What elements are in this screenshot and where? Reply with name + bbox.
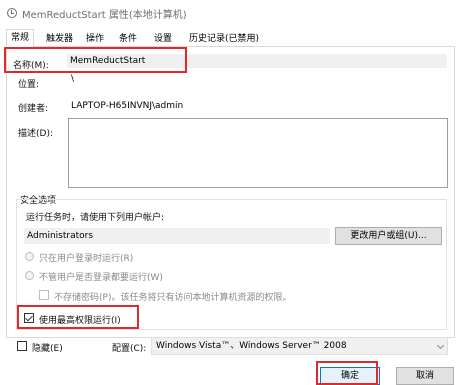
no-store-password-checkbox[interactable] [39,290,49,300]
hidden-checkbox[interactable] [17,341,27,351]
radio-any-logon[interactable] [25,271,34,280]
name-highlight [4,47,187,73]
clock-icon [7,8,17,18]
window-title: MemReductStart 属性(本地计算机) [22,10,187,21]
location-value: \ [71,74,75,84]
tab-strip: 常规 触发器 操作 条件 设置 历史记录(已禁用) [6,29,455,47]
configure-select[interactable]: Windows Vista™、Windows Server™ 2008 [151,337,448,355]
cancel-button[interactable]: 取消 [396,367,454,385]
no-store-password-label: 不存储密码(P)。该任务将只有访问本地计算机资源的权限。 [54,293,292,303]
run-as-label: 运行任务时，请使用下列用户帐户: [26,213,165,223]
radio-logged-on-label: 只在用户登录时运行(R) [39,254,134,264]
ok-highlight [316,361,378,385]
description-label: 描述(D): [18,129,53,139]
tab-general[interactable]: 常规 [6,29,35,47]
account-field: Administrators [24,228,330,244]
tab-conditions[interactable]: 条件 [119,32,137,46]
chevron-down-icon [436,341,445,350]
description-textarea[interactable] [68,118,448,188]
configure-label: 配置(C): [112,344,147,354]
radio-any-logon-label: 不管用户是否登录都要运行(W) [39,273,163,283]
hidden-label: 隐藏(E) [32,344,63,354]
location-label: 位置: [18,80,40,90]
configure-value: Windows Vista™、Windows Server™ 2008 [156,341,347,351]
tab-triggers[interactable]: 触发器 [46,32,73,46]
author-value: LAPTOP-H65INVNJ\admin [71,101,184,111]
author-label: 创建者: [18,104,49,114]
tab-history[interactable]: 历史记录(已禁用) [189,32,259,46]
tab-settings[interactable]: 设置 [154,32,172,46]
radio-logged-on[interactable] [25,252,34,261]
tab-actions[interactable]: 操作 [86,32,104,46]
highest-privileges-highlight [17,305,139,329]
title-bar: MemReductStart 属性(本地计算机) [0,0,461,26]
change-user-button[interactable]: 更改用户或组(U)... [335,227,442,245]
